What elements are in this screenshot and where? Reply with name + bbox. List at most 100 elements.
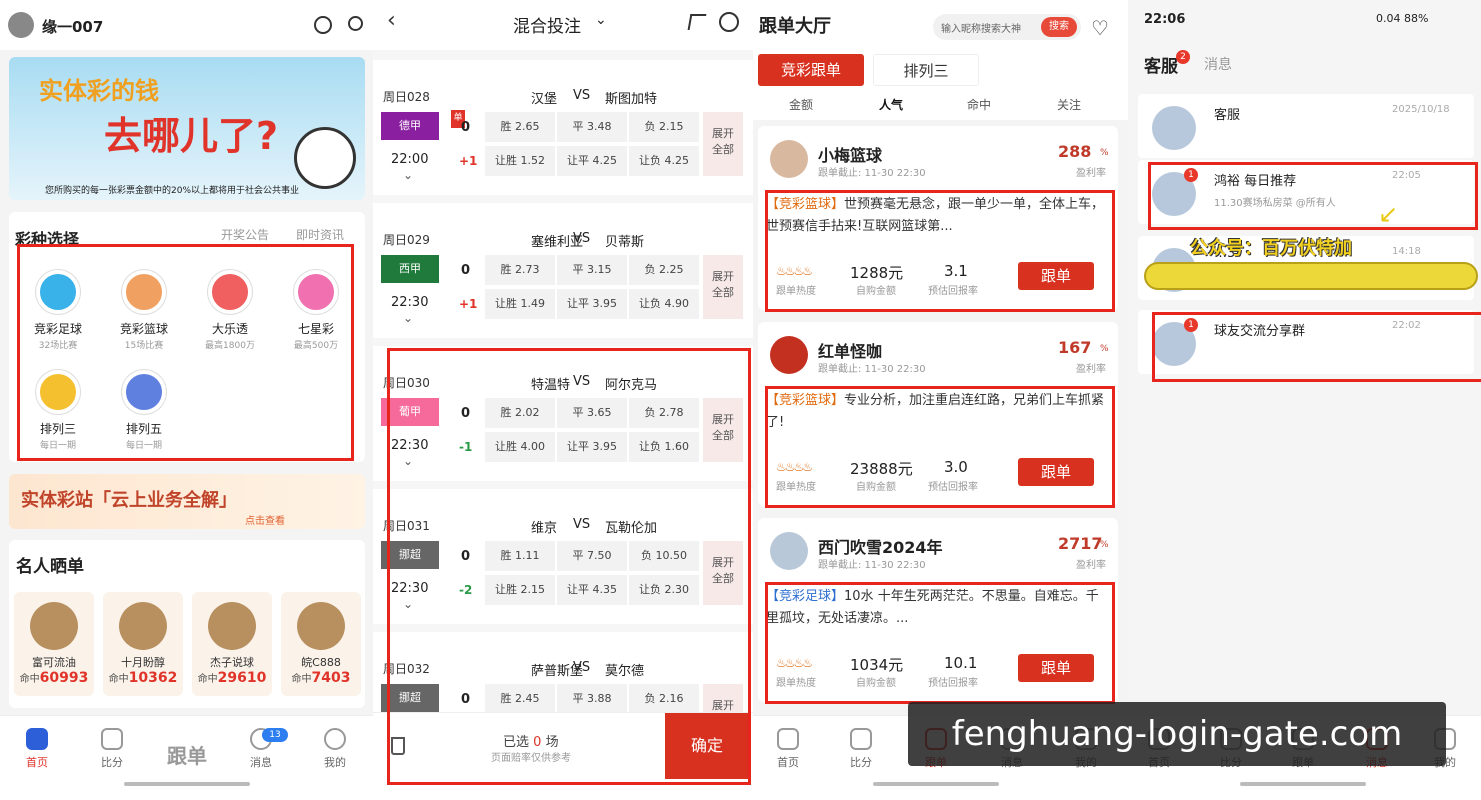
- chat-row[interactable]: 1 球友交流分享群 22:02: [1138, 310, 1474, 374]
- follow-button[interactable]: 跟单: [1018, 654, 1094, 682]
- search-button[interactable]: 搜索: [1041, 17, 1077, 37]
- avatar[interactable]: [770, 336, 808, 374]
- sort-amount[interactable]: 金额: [789, 96, 813, 113]
- game-item[interactable]: 大乐透 最高1800万: [196, 268, 264, 358]
- famous-card[interactable]: 杰子说球 命中29610: [192, 592, 272, 696]
- odds-draw[interactable]: 平 3.15: [557, 255, 627, 285]
- odds-hwin[interactable]: 让胜 2.15: [485, 575, 555, 605]
- back-icon[interactable]: ‹: [387, 8, 396, 33]
- search-bar[interactable]: 输入昵称搜索大神 搜索: [933, 14, 1081, 40]
- post-text[interactable]: 【竞彩篮球】世预赛毫无悬念，跟一单少一单，全体上车，世预赛信手拈来!互联网篮球第…: [766, 194, 1106, 238]
- odds-draw[interactable]: 平 3.88: [557, 684, 627, 714]
- draw-notice-link[interactable]: 开奖公告: [221, 226, 269, 243]
- user-icon: [324, 728, 346, 750]
- game-item[interactable]: 竞彩篮球 15场比赛: [110, 268, 178, 358]
- odds-lose[interactable]: 负 2.78: [629, 398, 699, 428]
- promo-banner[interactable]: 实体彩站「云上业务全解」 点击查看: [9, 474, 365, 529]
- tab-home-3-label: 首页: [777, 756, 799, 769]
- post-text[interactable]: 【竞彩篮球】专业分析，加注重启连红路，兄弟们上车抓紧了!: [766, 390, 1106, 434]
- tab-home-3[interactable]: 首页: [763, 728, 813, 770]
- tab-home[interactable]: 首页: [12, 728, 62, 770]
- odds-lose[interactable]: 负 2.16: [629, 684, 699, 714]
- banner[interactable]: 实体彩的钱 去哪儿了? 您所购买的每一张彩票金额中的20%以上都将用于社会公共事…: [9, 57, 365, 200]
- search-icon[interactable]: [348, 16, 363, 31]
- promo-link[interactable]: 点击查看: [245, 512, 285, 527]
- handicap-zero: 0: [461, 549, 471, 564]
- game-item[interactable]: 排列五 每日一期: [110, 368, 178, 458]
- game-name: 排列三: [39, 422, 76, 436]
- odds-draw[interactable]: 平 7.50: [557, 541, 627, 571]
- odds-win[interactable]: 胜 1.11: [485, 541, 555, 571]
- news-link[interactable]: 即时资讯: [296, 226, 344, 243]
- odds-hdraw[interactable]: 让平 4.25: [557, 146, 627, 176]
- odds-win[interactable]: 胜 2.45: [485, 684, 555, 714]
- tab-score[interactable]: 比分: [87, 728, 137, 770]
- message-icon[interactable]: [314, 16, 332, 34]
- chat-row[interactable]: 1 鸿裕 每日推荐 22:05 11.30赛场私房菜 @所有人: [1138, 160, 1474, 224]
- avatar[interactable]: [8, 12, 34, 38]
- tab-jingcai-follow[interactable]: 竞彩跟单: [758, 54, 864, 86]
- avatar[interactable]: [770, 532, 808, 570]
- chevron-down-icon[interactable]: ⌄: [403, 311, 413, 325]
- tab-mine[interactable]: 我的: [310, 728, 360, 770]
- odds-hlose[interactable]: 让负 4.90: [629, 289, 699, 319]
- sort-hit[interactable]: 命中: [967, 96, 991, 113]
- odds-hdraw[interactable]: 让平 3.95: [557, 289, 627, 319]
- chevron-down-icon[interactable]: ⌄: [403, 597, 413, 611]
- tab-follow[interactable]: 跟单: [160, 740, 214, 769]
- expand-all-button[interactable]: 展开 全部: [703, 541, 743, 605]
- game-item[interactable]: 七星彩 最高500万: [282, 268, 350, 358]
- odds-win[interactable]: 胜 2.02: [485, 398, 555, 428]
- post-text[interactable]: 【竞彩足球】10水 十年生死两茫茫。不思量。自难忘。千里孤坟，无处话凄凉。...: [766, 586, 1106, 630]
- fire-icon: ♨♨♨♨: [776, 264, 813, 278]
- odds-hwin[interactable]: 让胜 4.00: [485, 432, 555, 462]
- more-icon[interactable]: [719, 12, 739, 32]
- odds-draw[interactable]: 平 3.48: [557, 112, 627, 142]
- filter-icon[interactable]: [687, 14, 707, 30]
- tab-messages[interactable]: 消息: [1204, 54, 1232, 74]
- odds-hdraw[interactable]: 让平 3.95: [557, 432, 627, 462]
- odds-hlose[interactable]: 让负 1.60: [629, 432, 699, 462]
- odds-draw[interactable]: 平 3.65: [557, 398, 627, 428]
- confirm-button[interactable]: 确定: [665, 713, 749, 779]
- famous-name: 富可流油: [32, 656, 76, 669]
- expand-all-button[interactable]: 展开 全部: [703, 398, 743, 462]
- trash-icon[interactable]: [391, 737, 405, 755]
- tab-service[interactable]: 客服: [1144, 52, 1178, 77]
- odds-hlose[interactable]: 让负 4.25: [629, 146, 699, 176]
- avatar: [30, 602, 78, 650]
- famous-card[interactable]: 富可流油 命中60993: [14, 592, 94, 696]
- odds-lose[interactable]: 负 2.15: [629, 112, 699, 142]
- match-time: 22:30: [391, 295, 429, 310]
- odds-lose[interactable]: 负 10.50: [629, 541, 699, 571]
- follow-button[interactable]: 跟单: [1018, 458, 1094, 486]
- expand-all-button[interactable]: 展开 全部: [703, 255, 743, 319]
- game-item[interactable]: 竞彩足球 32场比赛: [24, 268, 92, 358]
- chevron-down-icon[interactable]: ⌄: [403, 168, 413, 182]
- odds-lose[interactable]: 负 2.25: [629, 255, 699, 285]
- odds-hwin[interactable]: 让胜 1.49: [485, 289, 555, 319]
- expand-all-button[interactable]: 展开 全部: [703, 112, 743, 176]
- match-row: 周日030 葡甲 22:30 ⌄ 特温特 VS 阿尔克马 0 -1 胜 2.02 让胜 4.00 平 …: [373, 346, 753, 481]
- overlay-text: 公众号：百万伏特加: [1190, 238, 1352, 259]
- famous-card[interactable]: 十月盼醇 命中10362: [103, 592, 183, 696]
- tab-pailie3[interactable]: 排列三: [873, 54, 979, 86]
- avatar[interactable]: [770, 140, 808, 178]
- odds-win[interactable]: 胜 2.73: [485, 255, 555, 285]
- sort-follow[interactable]: 关注: [1057, 96, 1081, 113]
- handicap-zero: 0: [461, 406, 471, 421]
- game-item[interactable]: 排列三 每日一期: [24, 368, 92, 458]
- chevron-down-icon[interactable]: ⌄: [595, 12, 607, 28]
- heart-icon[interactable]: ♡: [1091, 16, 1109, 40]
- chat-row[interactable]: 客服 2025/10/18: [1138, 94, 1474, 158]
- famous-card[interactable]: 皖C888 命中7403: [281, 592, 361, 696]
- chevron-down-icon[interactable]: ⌄: [403, 454, 413, 468]
- odds-hlose[interactable]: 让负 2.30: [629, 575, 699, 605]
- odds-win[interactable]: 胜 2.65: [485, 112, 555, 142]
- odds-hdraw[interactable]: 让平 4.35: [557, 575, 627, 605]
- tab-score-3[interactable]: 比分: [836, 728, 886, 770]
- sort-popularity[interactable]: 人气: [879, 96, 903, 113]
- follow-button[interactable]: 跟单: [1018, 262, 1094, 290]
- odds-hwin[interactable]: 让胜 1.52: [485, 146, 555, 176]
- page-title[interactable]: 混合投注: [513, 12, 581, 37]
